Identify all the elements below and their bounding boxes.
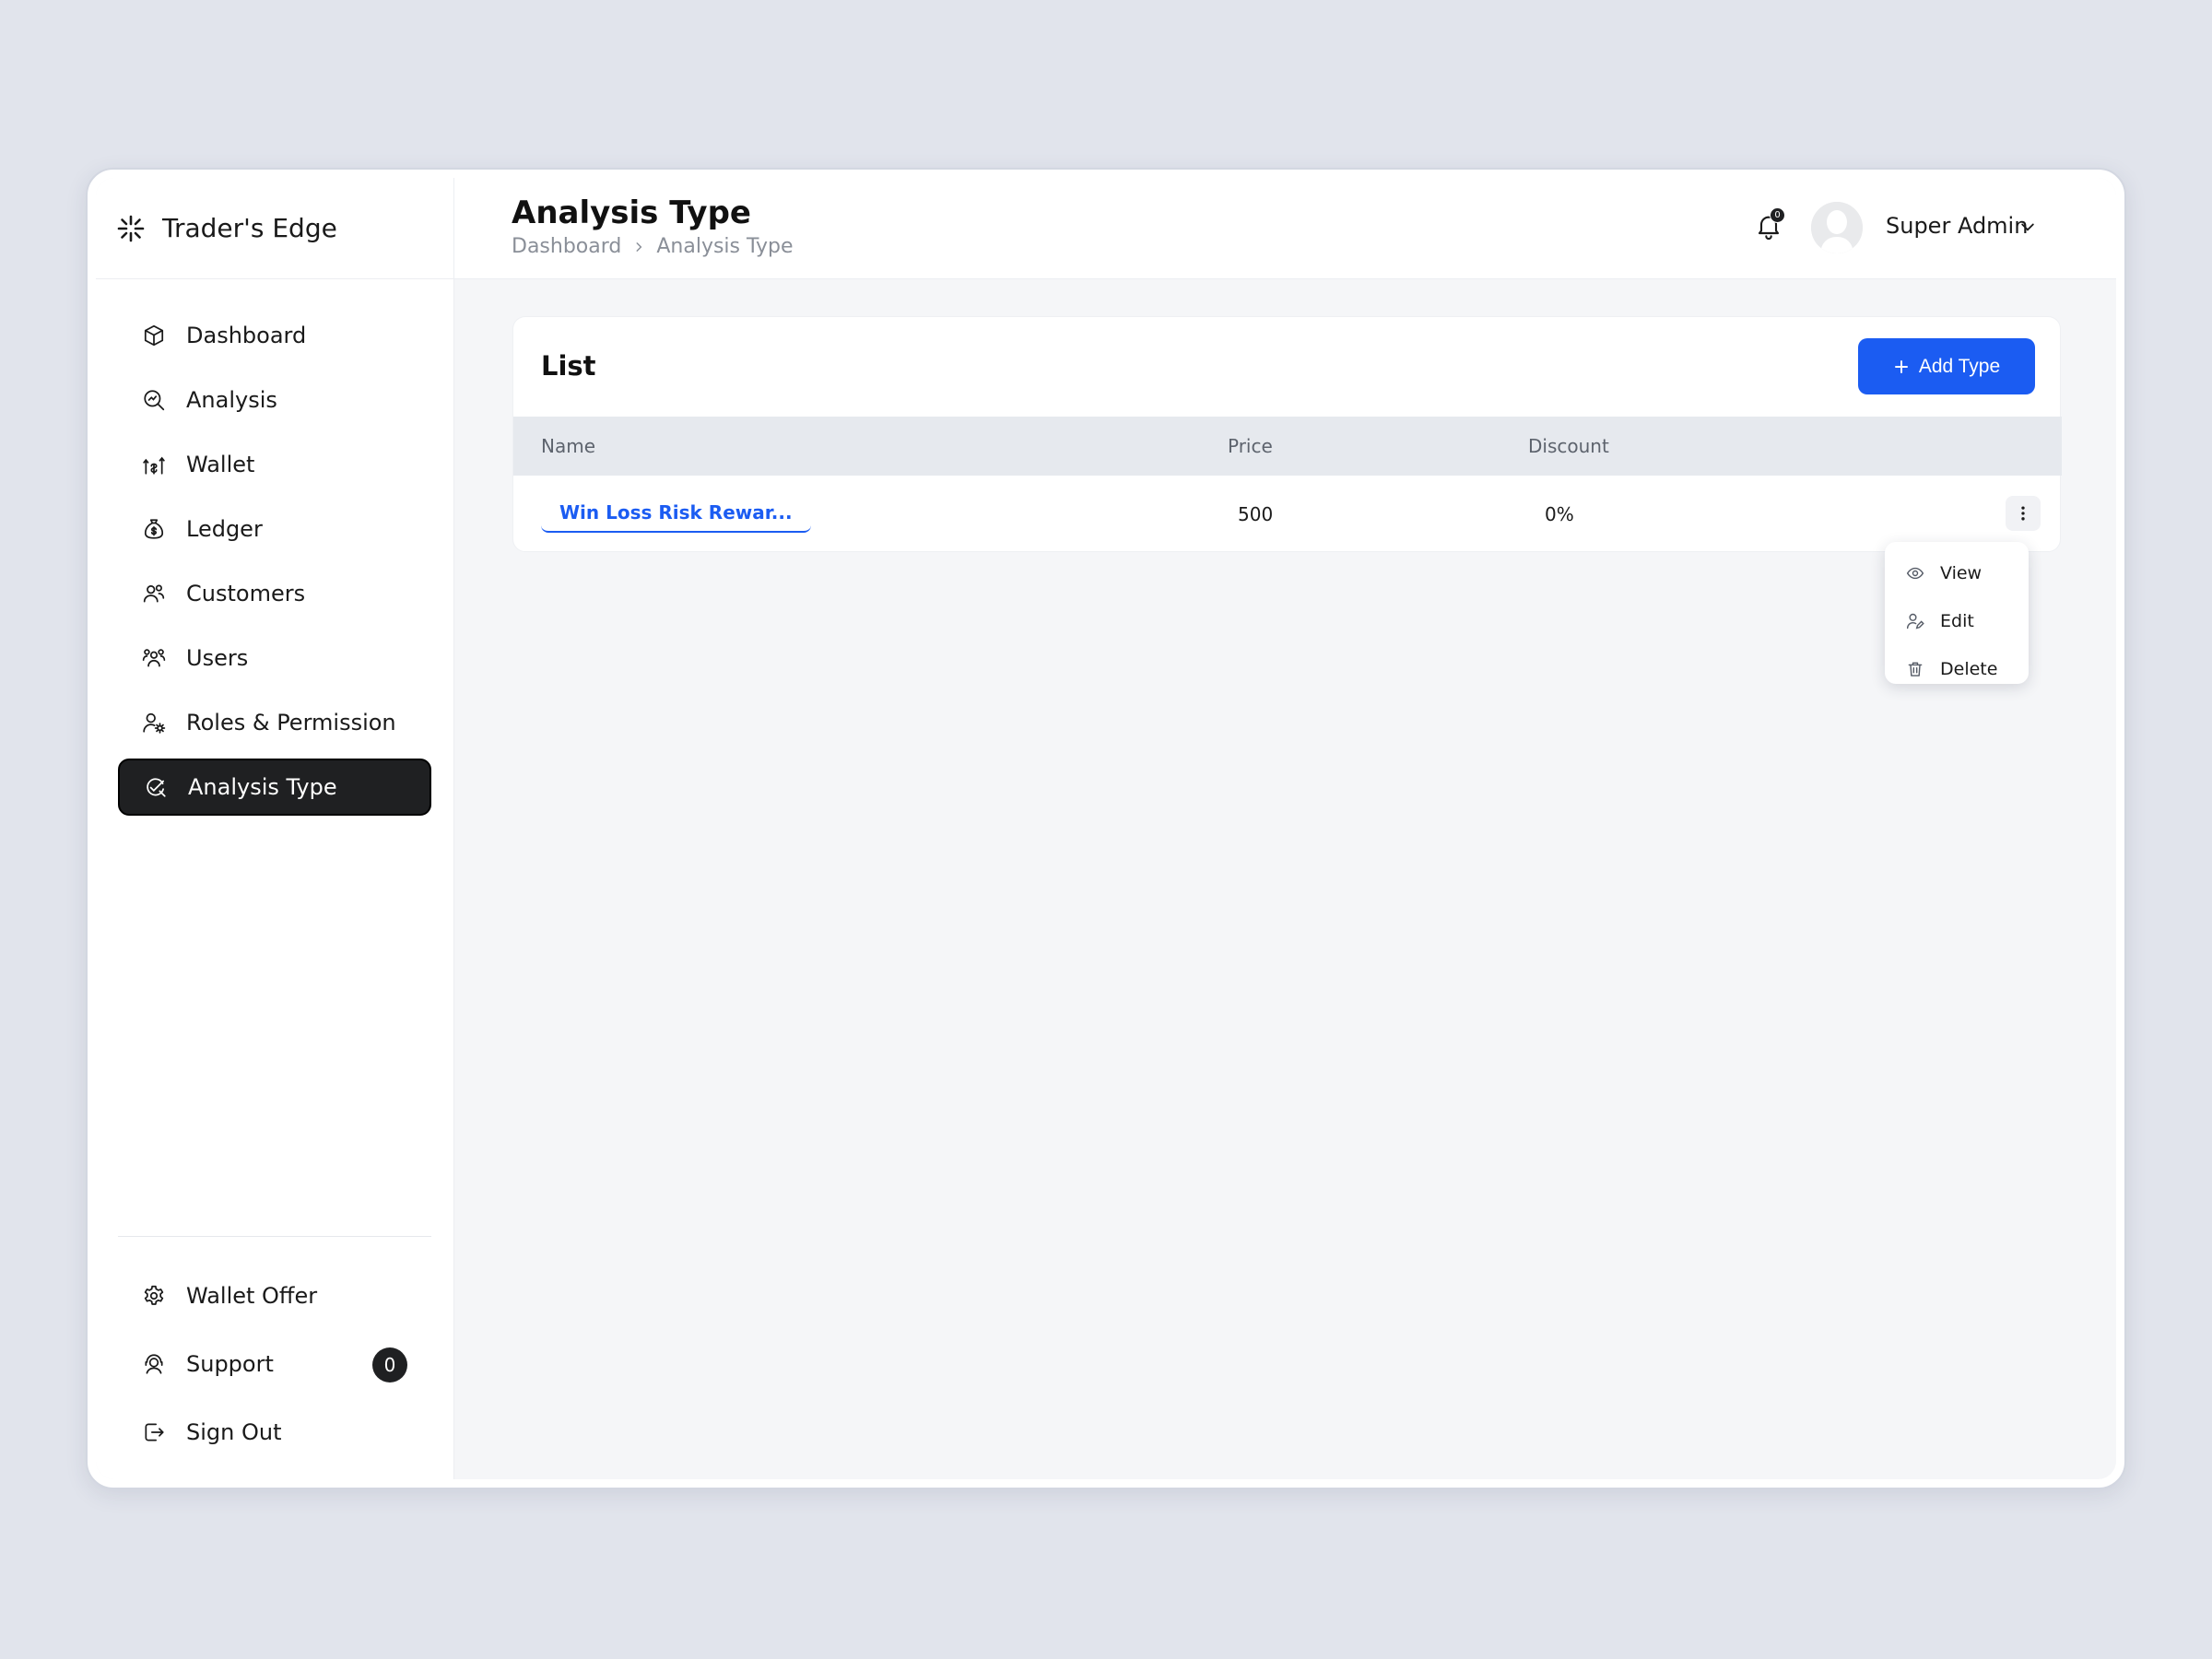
cube-icon bbox=[140, 322, 168, 349]
menu-item-edit[interactable]: Edit bbox=[1885, 597, 2029, 645]
sidebar-item-label: Analysis Type bbox=[188, 774, 337, 800]
sidebar: Trader's Edge Dashboard Analysis Wallet bbox=[96, 178, 454, 1479]
sidebar-item-label: Dashboard bbox=[186, 323, 307, 348]
customers-icon bbox=[140, 580, 168, 607]
more-vertical-icon bbox=[2014, 504, 2032, 523]
page-title: Analysis Type bbox=[512, 194, 751, 231]
sign-out-icon bbox=[140, 1418, 168, 1446]
sidebar-item-label: Support bbox=[186, 1351, 274, 1377]
analysis-type-name-link[interactable]: Win Loss Risk Rewar... bbox=[541, 494, 811, 533]
sidebar-item-label: Wallet Offer bbox=[186, 1283, 318, 1309]
menu-item-label: Edit bbox=[1940, 611, 1974, 631]
menu-item-label: Delete bbox=[1940, 659, 1998, 679]
wallet-transfer-icon bbox=[140, 451, 168, 478]
menu-item-label: View bbox=[1940, 563, 1983, 583]
column-header-name: Name bbox=[541, 435, 596, 457]
sidebar-item-label: Roles & Permission bbox=[186, 710, 396, 735]
table-header: Name Price Discount bbox=[513, 417, 2062, 476]
add-type-label: Add Type bbox=[1918, 355, 2001, 377]
breadcrumb: Dashboard Analysis Type bbox=[512, 235, 794, 258]
plus-icon bbox=[1893, 359, 1910, 375]
avatar[interactable] bbox=[1811, 202, 1863, 253]
sidebar-item-label: Ledger bbox=[186, 516, 263, 542]
support-count-badge: 0 bbox=[372, 1347, 407, 1382]
menu-item-view[interactable]: View bbox=[1885, 549, 2029, 597]
sidebar-nav: Dashboard Analysis Wallet Ledger Custome… bbox=[118, 307, 431, 823]
add-type-button[interactable]: Add Type bbox=[1858, 338, 2035, 394]
sidebar-divider bbox=[118, 1236, 431, 1237]
sidebar-item-dashboard[interactable]: Dashboard bbox=[118, 307, 431, 364]
sidebar-item-label: Customers bbox=[186, 581, 306, 606]
notification-count-badge: 0 bbox=[1770, 207, 1785, 223]
list-card: List Add Type Name Price Discount Win Lo… bbox=[512, 316, 2062, 552]
users-icon bbox=[140, 644, 168, 672]
support-agent-icon bbox=[140, 1350, 168, 1378]
column-header-discount: Discount bbox=[1528, 435, 1609, 457]
row-actions-menu: View Edit Delete bbox=[1885, 542, 2029, 684]
sidebar-item-ledger[interactable]: Ledger bbox=[118, 500, 431, 558]
price-cell: 500 bbox=[1238, 503, 1274, 525]
chevron-down-icon[interactable] bbox=[2016, 215, 2040, 239]
sidebar-item-wallet-offer[interactable]: Wallet Offer bbox=[118, 1265, 431, 1326]
sidebar-item-analysis[interactable]: Analysis bbox=[118, 371, 431, 429]
sidebar-item-label: Sign Out bbox=[186, 1419, 282, 1445]
gear-icon bbox=[140, 1282, 168, 1310]
asterisk-logo-icon bbox=[116, 214, 146, 243]
search-analytics-icon bbox=[140, 386, 168, 414]
chevron-right-icon bbox=[632, 241, 645, 253]
sidebar-item-label: Users bbox=[186, 645, 249, 671]
topbar: Analysis Type Dashboard Analysis Type 0 … bbox=[454, 178, 2116, 279]
sidebar-item-support[interactable]: Support 0 bbox=[118, 1334, 431, 1394]
sidebar-item-customers[interactable]: Customers bbox=[118, 565, 431, 622]
sidebar-item-wallet[interactable]: Wallet bbox=[118, 436, 431, 493]
eye-icon bbox=[1905, 563, 1925, 583]
sidebar-bottom-nav: Wallet Offer Support 0 Sign Out bbox=[118, 1265, 431, 1470]
app-window: Trader's Edge Dashboard Analysis Wallet bbox=[96, 178, 2116, 1479]
menu-item-delete[interactable]: Delete bbox=[1885, 645, 2029, 693]
discount-cell: 0% bbox=[1545, 503, 1574, 525]
user-name[interactable]: Super Admin bbox=[1886, 213, 2028, 239]
sidebar-item-label: Wallet bbox=[186, 452, 255, 477]
notifications-button[interactable]: 0 bbox=[1750, 207, 1787, 244]
sidebar-item-roles-permission[interactable]: Roles & Permission bbox=[118, 694, 431, 751]
user-edit-icon bbox=[1905, 611, 1925, 631]
brand[interactable]: Trader's Edge bbox=[96, 178, 454, 279]
list-title: List bbox=[541, 350, 596, 382]
user-gear-icon bbox=[140, 709, 168, 736]
sidebar-item-label: Analysis bbox=[186, 387, 277, 413]
trash-icon bbox=[1905, 659, 1925, 679]
row-actions-button[interactable] bbox=[2006, 496, 2041, 531]
sidebar-item-users[interactable]: Users bbox=[118, 629, 431, 687]
column-header-price: Price bbox=[1228, 435, 1273, 457]
brand-name: Trader's Edge bbox=[162, 213, 337, 243]
breadcrumb-dashboard-link[interactable]: Dashboard bbox=[512, 235, 621, 258]
table-row: Win Loss Risk Rewar... 500 0% bbox=[513, 476, 2062, 551]
analysis-type-icon bbox=[142, 773, 170, 801]
sidebar-item-analysis-type[interactable]: Analysis Type bbox=[118, 759, 431, 816]
breadcrumb-current: Analysis Type bbox=[656, 235, 794, 258]
sidebar-item-sign-out[interactable]: Sign Out bbox=[118, 1402, 431, 1463]
money-bag-icon bbox=[140, 515, 168, 543]
